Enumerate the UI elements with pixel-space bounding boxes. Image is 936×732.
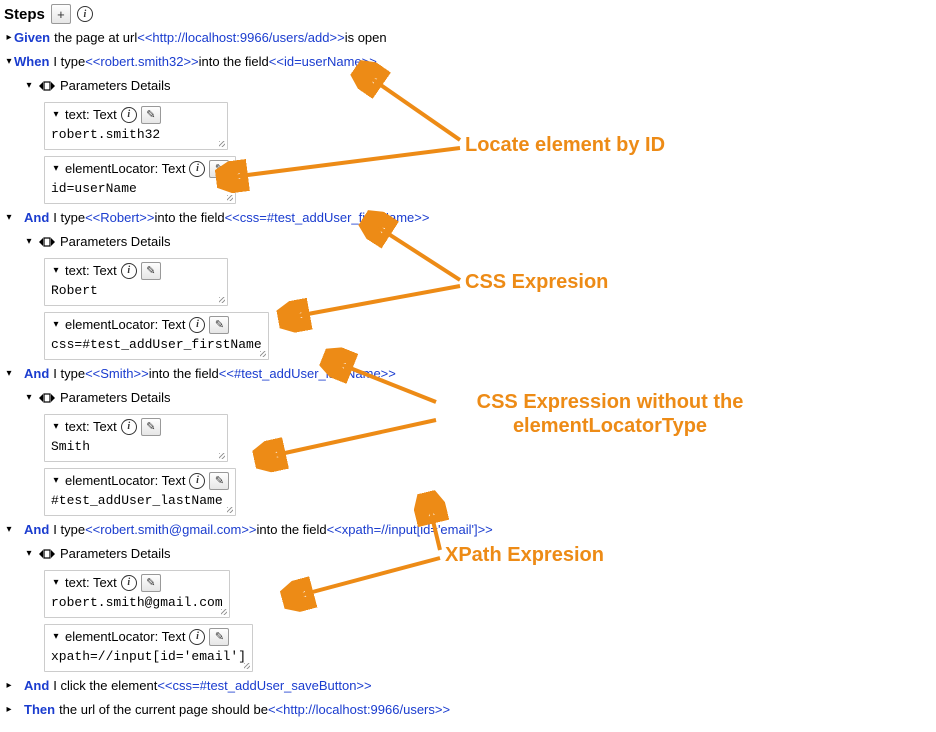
caret-icon[interactable] (4, 364, 14, 384)
info-icon[interactable] (189, 473, 205, 489)
step-and-4[interactable]: And I click the element <<css=#test_addU… (4, 674, 932, 698)
edit-icon[interactable] (141, 106, 161, 124)
locator-literal: <<id=userName>> (269, 52, 377, 72)
edit-icon[interactable] (209, 160, 229, 178)
page-title: Steps (4, 6, 45, 23)
caret-icon[interactable] (4, 700, 14, 720)
annotation-css-no-type: CSS Expression without the elementLocato… (440, 390, 780, 438)
info-icon[interactable] (121, 419, 137, 435)
header: Steps + (0, 0, 936, 26)
annotation-xpath: XPath Expresion (445, 543, 604, 567)
edit-icon[interactable] (141, 574, 161, 592)
info-icon[interactable] (189, 629, 205, 645)
caret-icon[interactable] (51, 315, 61, 335)
edit-icon[interactable] (141, 262, 161, 280)
params-icon (38, 392, 56, 404)
step-then[interactable]: Then the url of the current page should … (4, 698, 932, 722)
caret-icon[interactable] (51, 471, 61, 491)
params-header[interactable]: Parameters Details (4, 230, 932, 254)
params-icon (38, 236, 56, 248)
caret-icon[interactable] (4, 208, 14, 228)
params-icon (38, 80, 56, 92)
caret-icon[interactable] (51, 627, 61, 647)
caret-icon[interactable] (24, 232, 34, 252)
info-icon[interactable] (121, 263, 137, 279)
step-when[interactable]: When I type <<robert.smith32>> into the … (4, 50, 932, 74)
caret-icon[interactable] (4, 520, 14, 540)
url-literal: <<http://localhost:9966/users/add>> (137, 28, 344, 48)
caret-icon[interactable] (24, 388, 34, 408)
step-and-3[interactable]: And I type <<robert.smith@gmail.com>> in… (4, 518, 932, 542)
annotation-css: CSS Expresion (465, 270, 608, 294)
caret-icon[interactable] (51, 417, 61, 437)
caret-icon[interactable] (24, 544, 34, 564)
edit-icon[interactable] (209, 628, 229, 646)
caret-icon[interactable] (51, 105, 61, 125)
caret-icon[interactable] (51, 573, 61, 593)
info-icon[interactable] (77, 6, 93, 22)
annotation-id: Locate element by ID (465, 133, 665, 157)
edit-icon[interactable] (141, 418, 161, 436)
caret-icon[interactable] (24, 76, 34, 96)
add-step-button[interactable]: + (51, 4, 71, 24)
edit-icon[interactable] (209, 316, 229, 334)
info-icon[interactable] (121, 107, 137, 123)
caret-icon[interactable] (4, 676, 14, 696)
info-icon[interactable] (189, 317, 205, 333)
params-header[interactable]: Parameters Details (4, 74, 932, 98)
edit-icon[interactable] (209, 472, 229, 490)
params-icon (38, 548, 56, 560)
step-given[interactable]: Given the page at url <<http://localhost… (4, 26, 932, 50)
step-and-2[interactable]: And I type <<Smith>> into the field <<#t… (4, 362, 932, 386)
step-and-1[interactable]: And I type <<Robert>> into the field <<c… (4, 206, 932, 230)
caret-icon[interactable] (4, 28, 14, 48)
steps-tree: Given the page at url <<http://localhost… (0, 26, 936, 732)
param-locator: elementLocator: Text id=userName (4, 152, 932, 206)
keyword: Given (14, 28, 50, 48)
info-icon[interactable] (189, 161, 205, 177)
caret-icon[interactable] (51, 159, 61, 179)
info-icon[interactable] (121, 575, 137, 591)
caret-icon[interactable] (51, 261, 61, 281)
param-value: robert.smith32 (51, 125, 221, 145)
caret-icon[interactable] (4, 52, 14, 72)
